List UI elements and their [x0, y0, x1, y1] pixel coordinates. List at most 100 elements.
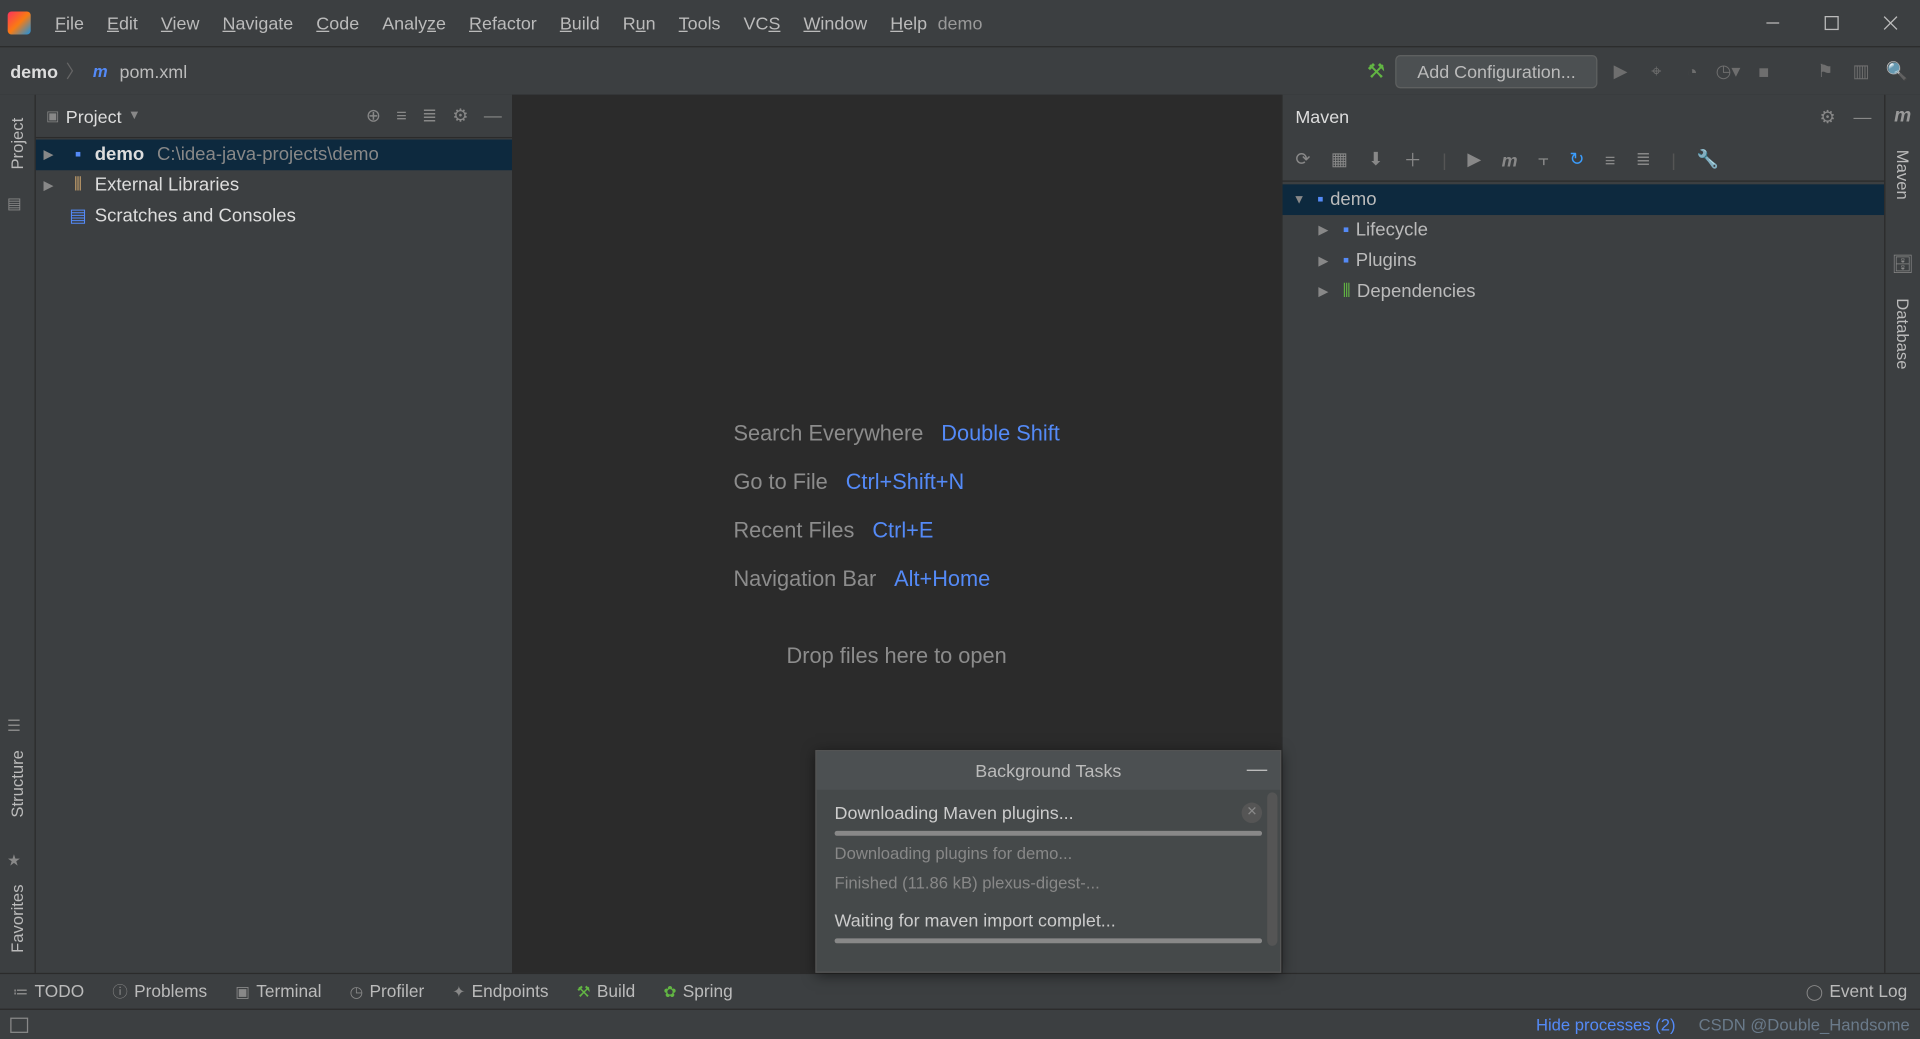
favorites-icon[interactable]: ★	[7, 851, 27, 871]
maven-gutter-icon[interactable]: m	[1894, 105, 1911, 127]
hide-processes-link[interactable]: Hide processes (2)	[1536, 1015, 1676, 1034]
build-icon[interactable]: ⚒	[1367, 58, 1385, 84]
tab-problems[interactable]: ⓘProblems	[112, 980, 207, 1002]
chevron-down-icon: ▼	[128, 109, 141, 123]
menu-run[interactable]: Run	[611, 8, 667, 39]
menu-refactor[interactable]: Refactor	[458, 8, 549, 39]
tree-row-root[interactable]: ▶ ▪ demo C:\idea-java-projects\demo	[36, 140, 512, 171]
add-configuration-button[interactable]: Add Configuration...	[1396, 54, 1598, 87]
expand-all-icon[interactable]: ≡	[396, 105, 406, 127]
cancel-task-icon[interactable]: ✕	[1242, 802, 1262, 822]
tab-terminal[interactable]: ▣Terminal	[235, 982, 321, 1001]
menu-window[interactable]: Window	[792, 8, 879, 39]
toolwindows-toggle-icon[interactable]	[10, 1017, 28, 1032]
tab-todo[interactable]: ≔TODO	[13, 982, 84, 1001]
editor-hints: Search EverywhereDouble Shift Go to File…	[733, 398, 1059, 616]
dependencies-icon: ⫴	[1343, 282, 1351, 302]
tab-event-log[interactable]: ◯Event Log	[1806, 982, 1907, 1001]
task-2-progress	[835, 938, 1263, 943]
menu-tools[interactable]: Tools	[667, 8, 732, 39]
menu-edit[interactable]: Edit	[95, 8, 149, 39]
maximize-button[interactable]	[1802, 0, 1861, 46]
menu-bar: File Edit View Navigate Code Analyze Ref…	[44, 8, 939, 39]
tab-build[interactable]: ⚒Build	[577, 982, 636, 1001]
collapse-all-icon[interactable]: ≣	[422, 105, 437, 127]
gutter-project-tab[interactable]: Project	[8, 110, 27, 177]
chevron-right-icon[interactable]: ▶	[1318, 285, 1336, 299]
close-button[interactable]	[1861, 0, 1920, 46]
chevron-right-icon[interactable]: ▶	[44, 179, 62, 193]
scratches-icon: ▤	[67, 206, 90, 226]
menu-vcs[interactable]: VCS	[732, 8, 792, 39]
maven-plugins[interactable]: ▶ ▪ Plugins	[1283, 246, 1885, 277]
hint-gotofile-keys: Ctrl+Shift+N	[846, 470, 965, 496]
structure-icon[interactable]: ☰	[7, 717, 27, 737]
gutter-favorites-tab[interactable]: Favorites	[8, 876, 27, 960]
hint-search-label: Search Everywhere	[733, 421, 923, 447]
folder-icon: ▪	[1343, 220, 1350, 240]
show-deps-icon[interactable]: ≡	[1605, 149, 1615, 169]
gutter-file-icon[interactable]: ▤	[7, 195, 27, 215]
maven-hide-icon[interactable]: —	[1853, 106, 1871, 128]
menu-build[interactable]: Build	[548, 8, 611, 39]
project-panel-title[interactable]: ▣ Project ▼	[46, 106, 141, 126]
settings-icon[interactable]: ⚙	[452, 105, 468, 127]
menu-file[interactable]: File	[44, 8, 96, 39]
run-maven-icon[interactable]: ▶	[1467, 148, 1481, 170]
reload-icon[interactable]: ⟳	[1295, 148, 1310, 170]
menu-code[interactable]: Code	[305, 8, 371, 39]
tab-endpoints[interactable]: ✦Endpoints	[452, 982, 548, 1001]
execute-goal-icon[interactable]: m	[1502, 149, 1518, 169]
status-bar: Hide processes (2) CSDN @Double_Handsome	[0, 1009, 1920, 1039]
scrollbar[interactable]	[1267, 792, 1277, 946]
project-panel-header: ▣ Project ▼ ⊕ ≡ ≣ ⚙ —	[36, 95, 512, 139]
minimize-button[interactable]	[1743, 0, 1802, 46]
coverage-icon[interactable]: ◔	[1679, 58, 1705, 84]
stop-icon[interactable]: ■	[1751, 58, 1777, 84]
maven-lifecycle[interactable]: ▶ ▪ Lifecycle	[1283, 215, 1885, 246]
chevron-right-icon[interactable]: ▶	[1318, 254, 1336, 268]
locate-icon[interactable]: ⊕	[366, 105, 381, 127]
add-icon[interactable]: ＋	[1404, 147, 1422, 173]
breadcrumb-project[interactable]: demo	[10, 61, 58, 81]
collapse-icon[interactable]: ≣	[1636, 148, 1651, 170]
debug-icon[interactable]: ⌖	[1644, 58, 1670, 84]
menu-help[interactable]: Help	[879, 8, 939, 39]
menu-analyze[interactable]: Analyze	[371, 8, 458, 39]
breadcrumb-file[interactable]: pom.xml	[119, 61, 187, 81]
profile-icon[interactable]: ◷▾	[1715, 58, 1741, 84]
todo-icon: ≔	[13, 982, 28, 1000]
hide-panel-icon[interactable]: —	[484, 105, 502, 127]
wrench-icon[interactable]: 🔧	[1696, 148, 1718, 170]
task-1-title: Downloading Maven plugins...	[835, 802, 1074, 822]
chevron-right-icon[interactable]: ▶	[1318, 223, 1336, 237]
gutter-structure-tab[interactable]: Structure	[8, 742, 27, 825]
toolbar: demo 〉 m pom.xml ⚒ Add Configuration... …	[0, 46, 1920, 95]
tab-profiler[interactable]: ◷Profiler	[350, 982, 425, 1001]
menu-navigate[interactable]: Navigate	[211, 8, 305, 39]
update-icon[interactable]: ⚑	[1812, 58, 1838, 84]
maven-root[interactable]: ▼ ▪ demo	[1283, 184, 1885, 215]
tree-row-scratches[interactable]: ▤ Scratches and Consoles	[36, 201, 512, 232]
download-icon[interactable]: ⬇	[1368, 148, 1383, 170]
project-panel: ▣ Project ▼ ⊕ ≡ ≣ ⚙ — ▶ ▪ demo C:\idea-j…	[36, 95, 512, 973]
maven-dependencies[interactable]: ▶ ⫴ Dependencies	[1283, 276, 1885, 307]
gutter-maven-tab[interactable]: Maven	[1893, 142, 1912, 207]
skip-tests-icon[interactable]: ↻	[1569, 148, 1584, 170]
run-icon[interactable]: ▶	[1608, 58, 1634, 84]
chevron-down-icon[interactable]: ▼	[1293, 193, 1311, 207]
maven-settings-icon[interactable]: ⚙	[1819, 106, 1835, 128]
tab-spring[interactable]: ✿Spring	[663, 982, 732, 1001]
gutter-database-tab[interactable]: Database	[1893, 291, 1912, 378]
split-icon[interactable]: ▥	[1848, 58, 1874, 84]
chevron-right-icon[interactable]: ▶	[44, 148, 62, 162]
breadcrumb[interactable]: demo 〉 m pom.xml	[10, 58, 187, 84]
database-icon[interactable]: 🗄	[1891, 253, 1914, 275]
hint-recent-label: Recent Files	[733, 518, 854, 544]
minimize-tasks-icon[interactable]: —	[1247, 759, 1267, 782]
menu-view[interactable]: View	[149, 8, 211, 39]
search-icon[interactable]: 🔍	[1884, 58, 1910, 84]
toggle-offline-icon[interactable]: ⫟	[1538, 148, 1549, 170]
generate-icon[interactable]: ▦	[1331, 148, 1348, 170]
tree-row-ext-lib[interactable]: ▶ ⫴ External Libraries	[36, 170, 512, 201]
